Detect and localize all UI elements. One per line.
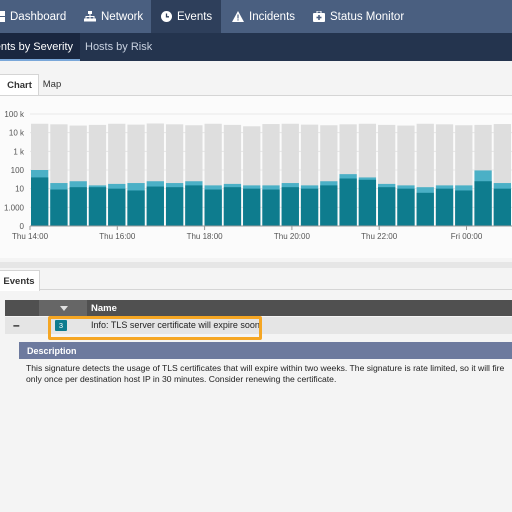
table-row[interactable]: – 3 Info: TLS server certificate will ex…: [5, 317, 512, 334]
nav-incidents-label: Incidents: [249, 10, 296, 23]
nav-network-label: Network: [101, 10, 144, 23]
tab-events-label: Events: [3, 275, 35, 287]
chart-panel: 100 k 10 k 1 k 100 10 1.000 0 Thu 14:00 Thu 16:0…: [0, 96, 512, 258]
tab-hosts-by-risk[interactable]: Hosts by Risk: [85, 33, 155, 61]
chart-bar[interactable]: [300, 188, 319, 226]
severity-badge: 3: [55, 320, 67, 331]
x-tick-label: Thu 22:00: [361, 232, 398, 241]
chart-bar[interactable]: [397, 188, 415, 226]
chart-bar[interactable]: [339, 178, 357, 226]
chart-bar[interactable]: [88, 187, 107, 226]
y-tick-label: 10 k: [9, 129, 25, 138]
tab-hosts-by-risk-label: Hosts by Risk: [85, 41, 153, 53]
tab-events-by-severity-label: Events by Severity: [0, 41, 73, 53]
chart-bar[interactable]: [243, 188, 261, 226]
chart-bar[interactable]: [127, 190, 145, 226]
top-navigation: Dashboard Network Events Incidents Statu…: [0, 0, 512, 33]
nav-dashboard[interactable]: Dashboard: [0, 0, 76, 33]
chart-bar[interactable]: [320, 185, 338, 226]
chart-bar[interactable]: [146, 186, 164, 226]
events-table-header: Name: [5, 300, 512, 316]
description-text: This signature detects the usage of TLS …: [26, 363, 505, 384]
chart-tab-bar: Chart Map: [0, 74, 512, 96]
chart-bar[interactable]: [474, 181, 492, 226]
y-tick-label: 10: [15, 185, 24, 194]
x-tick-label: Thu 20:00: [274, 232, 311, 241]
monitor-icon: [313, 11, 325, 22]
events-tab-bar: Events: [0, 268, 512, 291]
chart-bar[interactable]: [223, 187, 242, 226]
tab-map[interactable]: Map: [36, 74, 68, 94]
tab-chart[interactable]: Chart: [0, 74, 39, 95]
nav-network[interactable]: Network: [84, 0, 150, 33]
chart-bar[interactable]: [108, 188, 126, 226]
y-tick-label: 1.000: [4, 203, 25, 212]
clock-icon: [161, 11, 172, 22]
events-bar-chart: 100 k 10 k 1 k 100 10 1.000 0Thu 14:00 Thu 16:0…: [4, 110, 512, 241]
sub-navigation: Events by Severity Hosts by Risk: [0, 33, 512, 61]
chart-bar[interactable]: [204, 189, 222, 226]
tab-events[interactable]: Events: [0, 270, 40, 291]
event-name: Info: TLS server certificate will expire…: [91, 320, 260, 330]
x-tick-label: Fri 00:00: [451, 232, 483, 241]
sort-column-header[interactable]: [39, 300, 87, 316]
chart-bar[interactable]: [358, 179, 377, 226]
chart-bar[interactable]: [69, 187, 87, 226]
tab-chart-label: Chart: [7, 79, 32, 91]
chart-bar[interactable]: [435, 188, 454, 226]
chart-bar[interactable]: [31, 177, 49, 226]
chart-bar[interactable]: [416, 192, 434, 226]
description-title: Description: [27, 345, 77, 356]
nav-status-monitor[interactable]: Status Monitor: [313, 0, 413, 33]
y-tick-label: 0: [20, 222, 25, 231]
dashboard-icon: [0, 11, 5, 22]
chart-bar[interactable]: [493, 188, 511, 226]
sort-down-icon: [60, 306, 68, 311]
nav-incidents[interactable]: Incidents: [232, 0, 304, 33]
chart-bar[interactable]: [378, 187, 396, 226]
tab-events-by-severity[interactable]: Events by Severity: [0, 33, 80, 61]
chart-bar[interactable]: [185, 185, 203, 226]
name-column-header[interactable]: Name: [91, 303, 117, 314]
description-header: Description: [19, 342, 512, 359]
nav-dashboard-label: Dashboard: [10, 10, 67, 23]
network-icon: [84, 11, 96, 22]
chart-bar[interactable]: [50, 189, 68, 226]
chart-bar[interactable]: [262, 189, 280, 226]
nav-status-monitor-label: Status Monitor: [330, 10, 405, 23]
x-tick-label: Thu 16:00: [99, 232, 136, 241]
chart-bar[interactable]: [165, 187, 184, 226]
x-tick-label: Thu 14:00: [12, 232, 49, 241]
chart-bar[interactable]: [281, 187, 299, 226]
x-tick-label: Thu 18:00: [187, 232, 224, 241]
y-tick-label: 1 k: [13, 147, 25, 156]
y-tick-label: 100 k: [4, 110, 25, 119]
warning-icon: [232, 11, 244, 22]
collapse-toggle[interactable]: –: [13, 318, 20, 332]
tab-map-label: Map: [42, 78, 62, 90]
nav-events-label: Events: [177, 10, 213, 23]
nav-events[interactable]: Events: [151, 0, 221, 33]
y-tick-label: 100: [11, 166, 25, 175]
chart-bar[interactable]: [455, 190, 473, 226]
